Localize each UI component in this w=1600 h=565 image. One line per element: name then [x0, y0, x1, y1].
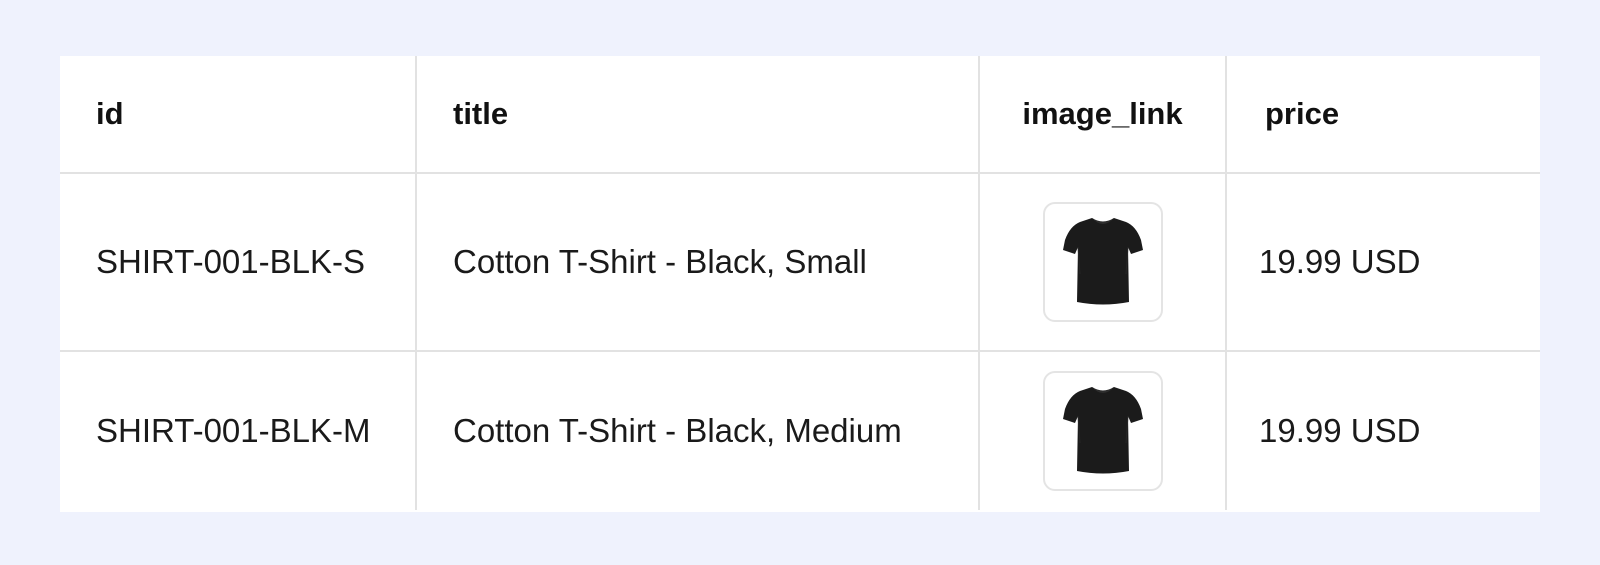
- data-table: id title image_link price SHIRT-001-BLK-…: [60, 56, 1540, 510]
- column-header-title[interactable]: title: [416, 56, 980, 174]
- column-header-price[interactable]: price: [1226, 56, 1540, 174]
- cell-price: 19.99 USD: [1226, 173, 1540, 352]
- product-feed-table: id title image_link price SHIRT-001-BLK-…: [60, 56, 1540, 512]
- table-row: SHIRT-001-BLK-M Cotton T-Shirt - Black, …: [60, 351, 1540, 510]
- table-header-row: id title image_link price: [60, 56, 1540, 174]
- cell-price: 19.99 USD: [1259, 412, 1421, 449]
- cell-id: SHIRT-001-BLK-S: [60, 173, 417, 352]
- cell-image-link: [979, 173, 1227, 352]
- cell-title: Cotton T-Shirt - Black, Small: [416, 173, 980, 352]
- column-header-image-link[interactable]: image_link: [979, 56, 1227, 174]
- product-thumbnail[interactable]: [1042, 371, 1163, 491]
- cell-title: Cotton T-Shirt - Black, Medium: [416, 351, 980, 510]
- cell-image-link: [979, 351, 1227, 510]
- product-thumbnail[interactable]: [1042, 202, 1163, 322]
- cell-id: SHIRT-001-BLK-M: [60, 351, 417, 510]
- tshirt-icon: [1062, 218, 1143, 305]
- column-header-id[interactable]: id: [60, 56, 417, 174]
- tshirt-icon: [1062, 387, 1143, 474]
- table-row: SHIRT-001-BLK-S Cotton T-Shirt - Black, …: [60, 173, 1540, 352]
